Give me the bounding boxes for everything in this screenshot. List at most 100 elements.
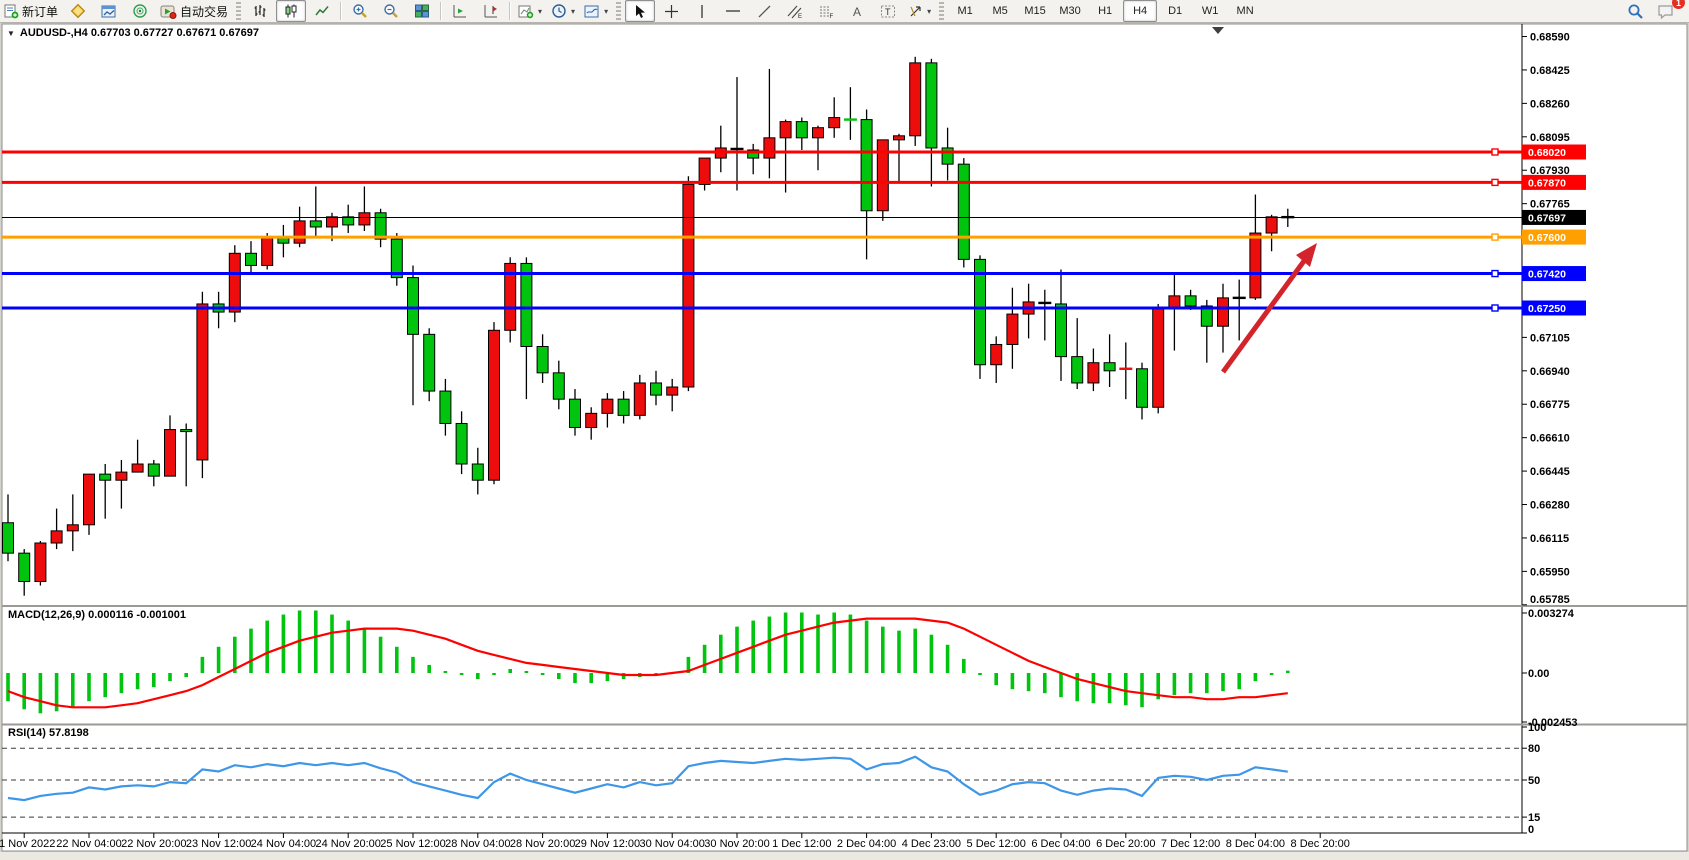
chart-shift-button[interactable] [476,0,506,22]
add-indicators-button[interactable] [514,0,546,22]
svg-text:24 Nov 20:00: 24 Nov 20:00 [315,838,380,850]
svg-text:30 Nov 20:00: 30 Nov 20:00 [704,838,769,850]
mt4-terminal-window: { "toolbar": { "new_order_label": "新订单",… [0,0,1689,860]
crosshair-button[interactable] [656,0,686,22]
toolbar-separator [340,2,342,20]
arrows-icon [908,4,923,19]
timeframe-d1[interactable]: D1 [1158,0,1192,22]
svg-text:28 Nov 04:00: 28 Nov 04:00 [445,838,510,850]
timeframe-h1[interactable]: H1 [1088,0,1122,22]
templates-button[interactable] [580,0,612,22]
trendline-button[interactable] [749,0,779,22]
zoom-in-button[interactable] [345,0,375,22]
zoom-in-icon [352,3,368,19]
svg-text:0.003274: 0.003274 [1528,608,1575,620]
auto-trading-button[interactable]: 自动交易 [156,0,232,22]
template-icon [584,4,600,19]
chart-window-icon [101,4,117,19]
timeframe-mn[interactable]: MN [1228,0,1262,22]
sonar-icon [132,3,148,19]
horizontal-line-icon [725,4,741,18]
svg-text:0.66445: 0.66445 [1530,466,1570,478]
svg-text:0.67250: 0.67250 [1528,303,1566,315]
toolbar-grip[interactable] [616,2,621,20]
line-chart-icon [314,3,330,19]
svg-text:0.66280: 0.66280 [1530,500,1570,512]
auto-scroll-button[interactable] [445,0,475,22]
search-icon [1627,3,1644,20]
svg-text:30 Nov 04:00: 30 Nov 04:00 [639,838,704,850]
svg-text:22 Nov 04:00: 22 Nov 04:00 [56,838,121,850]
svg-text:F: F [830,14,834,19]
svg-text:100: 100 [1528,722,1546,734]
add-indicator-icon [518,4,534,19]
channel-button[interactable]: E [780,0,810,22]
chart-bars-button[interactable] [245,0,275,22]
auto-trading-label: 自动交易 [180,3,228,20]
equidistant-channel-icon: E [787,4,803,19]
svg-text:0.00: 0.00 [1528,668,1549,680]
svg-text:0.66775: 0.66775 [1530,399,1570,411]
timeframe-m5[interactable]: M5 [983,0,1017,22]
svg-text:0.65950: 0.65950 [1530,566,1570,578]
chart-shift-icon [483,3,499,19]
signals-button[interactable] [125,0,155,22]
candlestick-icon [283,3,299,19]
svg-text:0.66940: 0.66940 [1530,366,1570,378]
svg-text:0.68095: 0.68095 [1530,132,1570,144]
periods-button[interactable] [547,0,579,22]
tile-windows-icon [414,3,430,19]
timeframe-m1[interactable]: M1 [948,0,982,22]
tile-windows-button[interactable] [407,0,437,22]
svg-text:21 Nov 2022: 21 Nov 2022 [0,838,55,850]
clock-icon [551,3,567,19]
timeframe-w1[interactable]: W1 [1193,0,1227,22]
fibonacci-button[interactable]: F [811,0,841,22]
cursor-button[interactable] [625,0,655,22]
chart-candles-button[interactable] [276,0,306,22]
svg-text:0.67420: 0.67420 [1528,269,1566,281]
timeframe-m30[interactable]: M30 [1053,0,1087,22]
chart-line-button[interactable] [307,0,337,22]
svg-text:0.65785: 0.65785 [1530,594,1570,606]
svg-text:4 Dec 23:00: 4 Dec 23:00 [902,838,961,850]
toolbar-grip[interactable] [939,2,944,20]
text-label-icon: T [880,4,896,19]
svg-text:23 Nov 12:00: 23 Nov 12:00 [186,838,251,850]
svg-text:A: A [853,5,861,19]
new-order-button[interactable]: 新订单 [0,0,62,22]
main-toolbar: 新订单 自动交易 [0,0,1689,23]
auto-trading-icon [160,4,177,19]
cursor-icon [633,4,647,19]
vertical-line-button[interactable] [687,0,717,22]
toolbar-grip[interactable] [236,2,241,20]
arrows-button[interactable] [904,0,935,22]
price-chart[interactable]: 0.685900.684250.682600.680950.679300.677… [0,0,1689,860]
trendline-icon [757,4,772,19]
chevron-down-icon[interactable]: ▼ [7,29,15,38]
charts-window-button[interactable] [94,0,124,22]
text-a-icon: A [850,4,864,19]
svg-text:22 Nov 20:00: 22 Nov 20:00 [121,838,186,850]
timeframe-m15[interactable]: M15 [1018,0,1052,22]
horizontal-line-button[interactable] [718,0,748,22]
timeframe-h4[interactable]: H4 [1123,0,1157,22]
zoom-out-icon [383,3,399,19]
zoom-out-button[interactable] [376,0,406,22]
notifications-button[interactable]: 1 [1651,0,1681,22]
svg-text:E: E [798,14,802,19]
svg-text:0.68425: 0.68425 [1530,65,1570,77]
text-label-button[interactable]: T [873,0,903,22]
svg-text:1 Dec 12:00: 1 Dec 12:00 [772,838,831,850]
market-watch-button[interactable] [63,0,93,22]
svg-text:0.66610: 0.66610 [1530,433,1570,445]
text-button[interactable]: A [842,0,872,22]
svg-text:0.67870: 0.67870 [1528,177,1566,189]
macd-indicator-label: MACD(12,26,9) 0.000116 -0.001001 [8,609,186,621]
svg-text:0.67697: 0.67697 [1528,212,1566,224]
svg-text:6 Dec 20:00: 6 Dec 20:00 [1096,838,1155,850]
svg-text:0.68260: 0.68260 [1530,98,1570,110]
search-button[interactable] [1620,0,1650,22]
toolbar-separator [509,2,511,20]
crosshair-icon [664,4,679,19]
